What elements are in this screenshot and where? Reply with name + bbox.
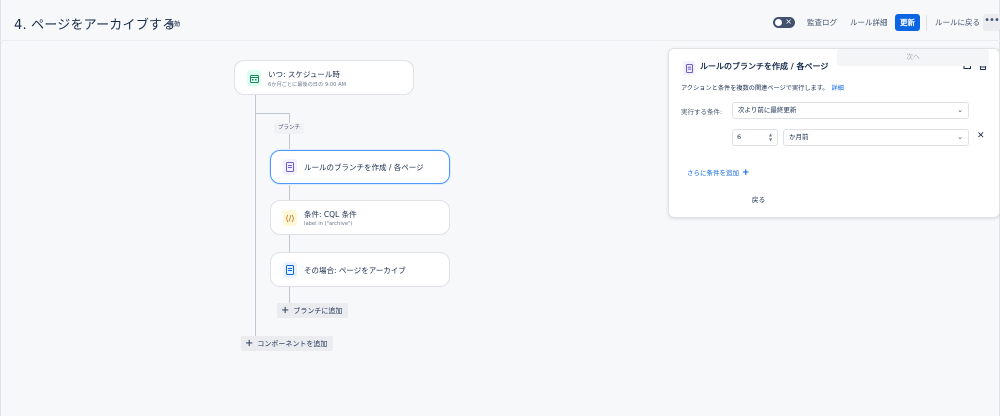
status-badge: 無効 [168, 21, 181, 28]
amount-value: 6 [737, 133, 742, 141]
more-icon[interactable]: ••• [983, 14, 1000, 31]
code-icon: ⟨/⟩ [283, 210, 297, 226]
branch-card-title: ルールのブランチを作成 / 各ページ [304, 163, 424, 172]
panel-description: アクションと条件を複数の関連ページで実行します。 詳細 [681, 83, 844, 92]
trigger-card[interactable]: いつ: スケジュール時 6か月ごとに最後の日の 9:00 AM [234, 60, 414, 95]
next-button[interactable]: 次へ [837, 49, 989, 66]
add-more-conditions-label: さらに条件を追加 [687, 169, 739, 177]
plus-icon: + [281, 305, 290, 316]
amount-stepper[interactable]: 6 ▲ ▼ [732, 129, 778, 146]
condition-label: 実行する条件: [681, 108, 723, 116]
branch-label: ブランチ [274, 123, 305, 134]
unit-select-value: か月前 [789, 133, 809, 141]
chevron-down-icon: ⌄ [957, 133, 963, 141]
remove-condition-icon[interactable]: ✕ [977, 131, 985, 141]
close-icon: × [785, 17, 792, 26]
add-component-button[interactable]: + コンポーネントを追加 [241, 336, 334, 351]
condition-select[interactable]: 次より前に最終更新 ⌄ [732, 102, 969, 119]
condition-card-title: 条件: CQL 条件 [304, 210, 357, 219]
page-icon [283, 262, 297, 278]
document-icon [283, 159, 297, 175]
toggle-knob [775, 19, 782, 26]
plus-icon: + [742, 168, 750, 178]
trigger-title: いつ: スケジュール時 [268, 70, 340, 79]
page-title: 4. ページをアーカイブする [14, 18, 176, 33]
stepper-arrows-icon[interactable]: ▲ ▼ [767, 132, 774, 143]
main-connector [255, 95, 256, 345]
condition-card-subtitle: label in ("archive") [304, 221, 353, 227]
panel-title: ルールのブランチを作成 / 各ページ [700, 62, 829, 71]
details-link[interactable]: 詳細 [831, 85, 843, 92]
unit-select[interactable]: か月前 ⌄ [783, 129, 969, 146]
update-button[interactable]: 更新 [895, 14, 920, 31]
trigger-subtitle: 6か月ごとに最後の日の 9:00 AM [268, 82, 347, 88]
header-divider-line [0, 40, 1000, 41]
chevron-down-icon: ⌄ [957, 106, 963, 114]
add-more-conditions-button[interactable]: さらに条件を追加 + [687, 167, 750, 178]
action-card[interactable]: その場合: ページをアーカイブ [270, 252, 450, 287]
branch-card[interactable]: ルールのブランチを作成 / 各ページ [270, 150, 450, 184]
branch-connector-h [255, 113, 289, 114]
add-to-branch-label: ブランチに追加 [293, 307, 343, 315]
audit-log-button[interactable]: 監査ログ [802, 14, 842, 31]
panel-description-text: アクションと条件を複数の関連ページで実行します。 [681, 85, 829, 92]
calendar-icon [247, 70, 261, 86]
branch-config-panel: ルールのブランチを作成 / 各ページ アクションと条件を複数の関連ページで実行し… [668, 48, 1000, 218]
add-component-label: コンポーネントを追加 [257, 340, 328, 348]
back-button[interactable]: 戻る [681, 192, 836, 209]
back-to-rules-button[interactable]: ルールに戻る [930, 14, 985, 31]
rule-enable-toggle[interactable]: × [773, 17, 795, 28]
plus-icon: + [245, 338, 254, 349]
rule-details-button[interactable]: ルール詳細 [845, 14, 893, 31]
action-card-title: その場合: ページをアーカイブ [304, 266, 406, 275]
add-to-branch-button[interactable]: + ブランチに追加 [277, 303, 349, 318]
document-icon [683, 61, 695, 75]
header-divider [926, 15, 927, 31]
condition-select-value: 次より前に最終更新 [738, 106, 797, 114]
condition-card[interactable]: ⟨/⟩ 条件: CQL 条件 label in ("archive") [270, 200, 450, 235]
